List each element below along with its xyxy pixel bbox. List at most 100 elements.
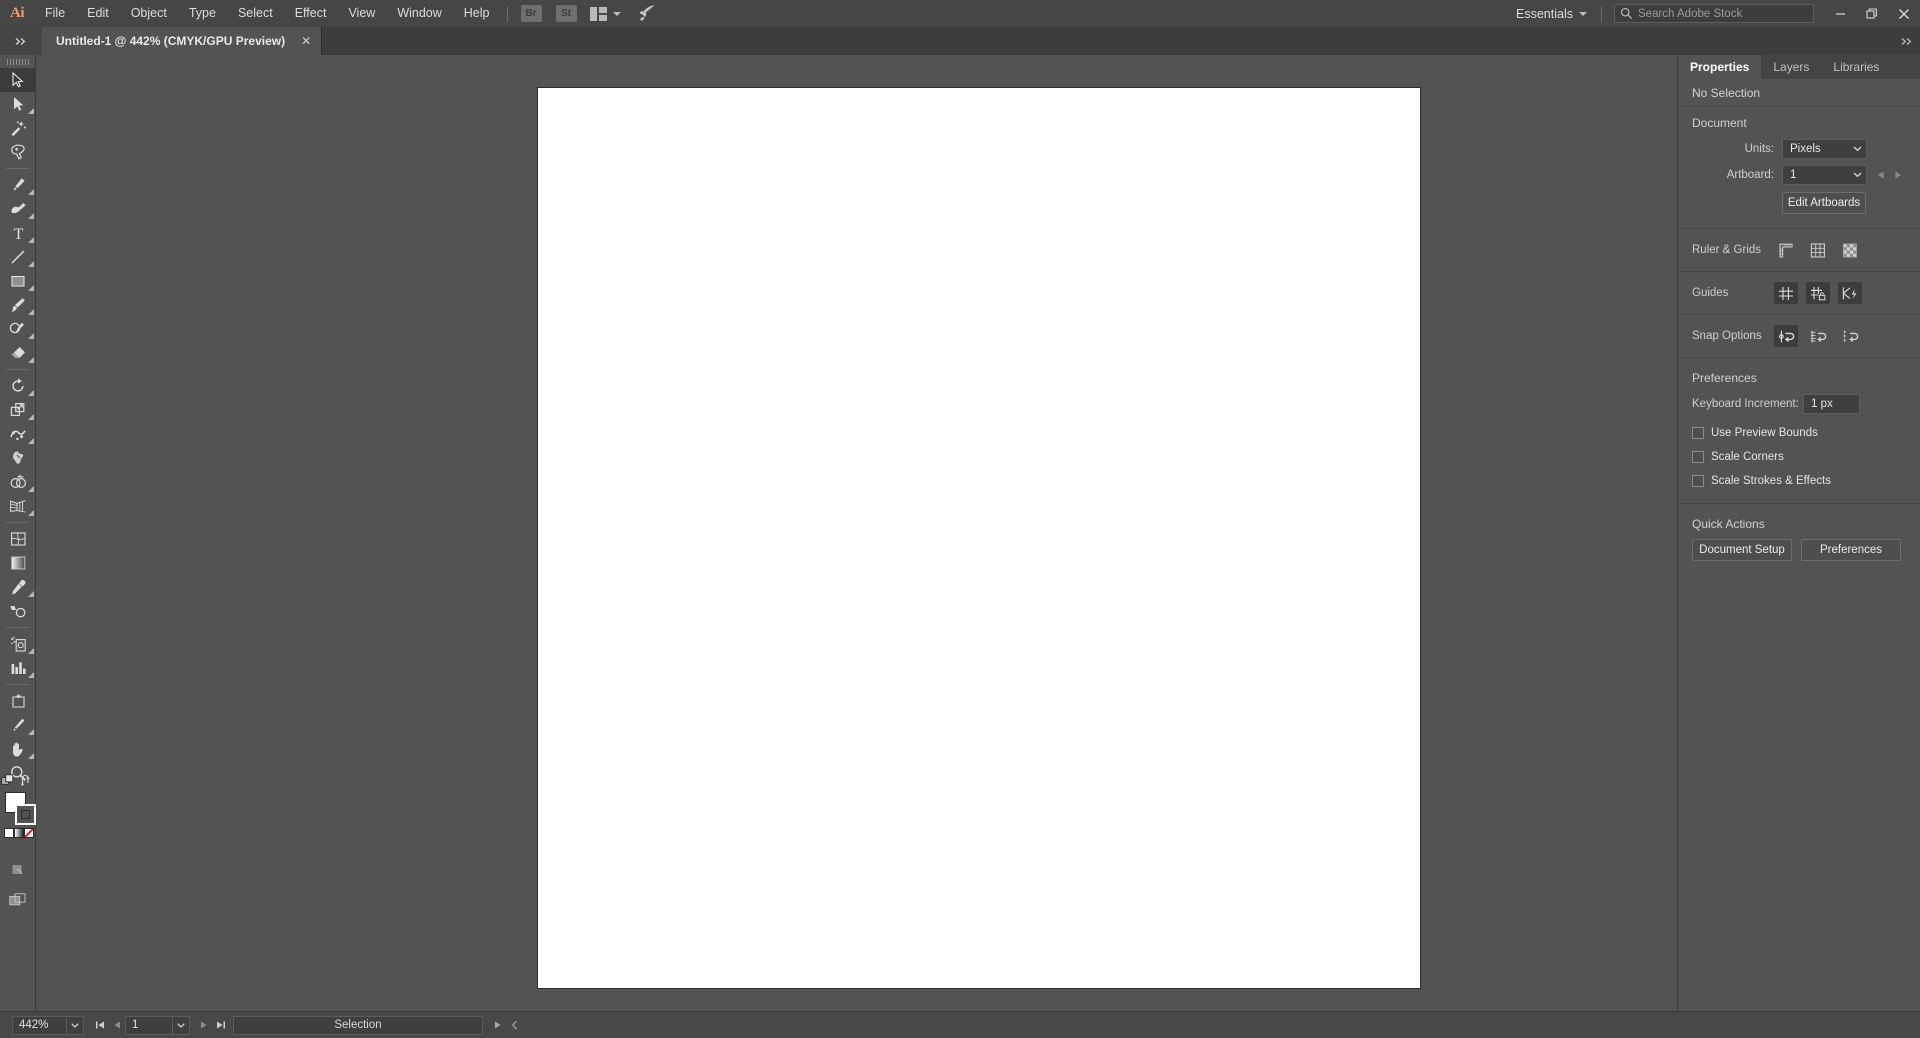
gradient-button[interactable]	[14, 828, 24, 838]
blend-tool[interactable]	[0, 599, 36, 623]
eyedropper-tool[interactable]	[0, 575, 36, 599]
curvature-tool[interactable]	[0, 197, 36, 221]
scale-corners-label[interactable]: Scale Corners	[1711, 451, 1784, 463]
show-guides-button[interactable]	[1774, 282, 1798, 304]
drawing-mode-button[interactable]	[0, 858, 36, 882]
perspective-grid-tool[interactable]	[0, 494, 36, 518]
menu-type[interactable]: Type	[178, 0, 227, 27]
zoom-level-input[interactable]: 442%	[12, 1015, 67, 1035]
swap-fill-stroke-icon[interactable]	[20, 774, 33, 789]
menu-window[interactable]: Window	[386, 0, 452, 27]
menu-object[interactable]: Object	[120, 0, 178, 27]
free-transform-tool[interactable]	[0, 446, 36, 470]
pen-tool[interactable]	[0, 173, 36, 197]
menu-edit[interactable]: Edit	[76, 0, 120, 27]
close-tab-icon[interactable]: ✕	[301, 34, 311, 48]
stroke-color-swatch[interactable]	[15, 804, 36, 825]
status-collapse-button[interactable]	[506, 1015, 523, 1035]
next-artboard-button[interactable]	[195, 1015, 212, 1035]
tab-properties[interactable]: Properties	[1678, 55, 1762, 79]
slice-tool[interactable]	[0, 713, 36, 737]
tab-layers[interactable]: Layers	[1761, 55, 1821, 79]
use-preview-bounds-label[interactable]: Use Preview Bounds	[1711, 427, 1818, 439]
menu-view[interactable]: View	[337, 0, 386, 27]
menu-select[interactable]: Select	[227, 0, 284, 27]
status-expand-button[interactable]	[489, 1015, 506, 1035]
toolbar-divider	[6, 627, 29, 628]
keyboard-increment-input[interactable]: 1 px	[1803, 394, 1860, 414]
workspace-switcher[interactable]: Essentials	[1508, 7, 1595, 21]
units-dropdown[interactable]: Pixels	[1782, 139, 1867, 159]
menu-file[interactable]: File	[34, 0, 76, 27]
preferences-button[interactable]: Preferences	[1801, 539, 1901, 561]
artboard-dropdown[interactable]: 1	[1782, 165, 1867, 185]
mesh-tool[interactable]	[0, 527, 36, 551]
magic-wand-tool[interactable]	[0, 116, 36, 140]
menu-help[interactable]: Help	[453, 0, 501, 27]
lasso-tool[interactable]	[0, 140, 36, 164]
lock-guides-button[interactable]	[1806, 282, 1830, 304]
bridge-icon[interactable]: Br	[520, 5, 542, 22]
scale-strokes-effects-row: Scale Strokes & Effects	[1678, 471, 1920, 491]
screen-mode-button[interactable]	[0, 888, 36, 912]
scale-strokes-effects-label[interactable]: Scale Strokes & Effects	[1711, 475, 1831, 487]
symbol-sprayer-tool[interactable]	[0, 632, 36, 656]
type-tool[interactable]: T	[0, 221, 36, 245]
paintbrush-tool[interactable]	[0, 293, 36, 317]
artboard-number-input[interactable]: 1	[125, 1015, 173, 1035]
stock-icon[interactable]: St	[555, 5, 577, 22]
status-text[interactable]: Selection	[233, 1015, 483, 1035]
show-transparency-grid-button[interactable]	[1838, 239, 1862, 261]
eraser-tool[interactable]	[0, 341, 36, 365]
show-rulers-button[interactable]	[1774, 239, 1798, 261]
direct-selection-tool[interactable]	[0, 92, 36, 116]
column-graph-tool[interactable]	[0, 656, 36, 680]
snap-to-point-button[interactable]	[1774, 325, 1798, 347]
none-button[interactable]	[24, 828, 34, 838]
previous-artboard-arrow[interactable]	[1872, 170, 1889, 180]
arrange-documents-button[interactable]	[589, 6, 621, 21]
properties-panel-collapse-button[interactable]	[1894, 27, 1920, 55]
zoom-level-dropdown[interactable]	[67, 1015, 84, 1035]
snap-to-pixel-button[interactable]	[1838, 325, 1862, 347]
rectangle-tool[interactable]	[0, 269, 36, 293]
color-button[interactable]	[4, 828, 14, 838]
hand-tool[interactable]	[0, 737, 36, 761]
shaper-tool[interactable]	[0, 317, 36, 341]
rotate-tool[interactable]	[0, 374, 36, 398]
scale-tool[interactable]	[0, 398, 36, 422]
close-window-button[interactable]	[1888, 0, 1920, 27]
default-fill-stroke-icon[interactable]	[1, 774, 15, 790]
document-setup-button[interactable]: Document Setup	[1692, 539, 1792, 561]
tools-panel: T	[0, 55, 36, 1038]
use-preview-bounds-checkbox[interactable]	[1692, 427, 1704, 439]
previous-artboard-button[interactable]	[108, 1015, 125, 1035]
toolbar-collapse-button[interactable]	[0, 27, 42, 55]
minimize-button[interactable]	[1824, 0, 1856, 27]
shape-builder-tool[interactable]	[0, 470, 36, 494]
scale-strokes-effects-checkbox[interactable]	[1692, 475, 1704, 487]
menu-effect[interactable]: Effect	[284, 0, 338, 27]
canvas-area[interactable]	[36, 55, 1677, 1011]
discover-rocket-icon[interactable]	[638, 4, 657, 24]
document-tab[interactable]: Untitled-1 @ 442% (CMYK/GPU Preview) ✕	[42, 27, 323, 55]
toolbar-drag-handle[interactable]	[0, 55, 35, 68]
stock-search-input[interactable]: Search Adobe Stock	[1614, 4, 1814, 23]
last-artboard-button[interactable]	[212, 1015, 229, 1035]
scale-corners-checkbox[interactable]	[1692, 451, 1704, 463]
next-artboard-arrow[interactable]	[1889, 170, 1906, 180]
first-artboard-button[interactable]	[91, 1015, 108, 1035]
artboard[interactable]	[537, 87, 1421, 989]
edit-artboards-button[interactable]: Edit Artboards	[1782, 192, 1866, 214]
show-grid-button[interactable]	[1806, 239, 1830, 261]
restore-button[interactable]	[1856, 0, 1888, 27]
smart-guides-button[interactable]	[1838, 282, 1862, 304]
tab-libraries[interactable]: Libraries	[1821, 55, 1891, 79]
artboard-number-dropdown[interactable]	[173, 1015, 190, 1035]
selection-tool[interactable]	[0, 68, 36, 92]
gradient-tool[interactable]	[0, 551, 36, 575]
width-tool[interactable]	[0, 422, 36, 446]
snap-to-grid-button[interactable]	[1806, 325, 1830, 347]
line-segment-tool[interactable]	[0, 245, 36, 269]
artboard-tool[interactable]	[0, 689, 36, 713]
